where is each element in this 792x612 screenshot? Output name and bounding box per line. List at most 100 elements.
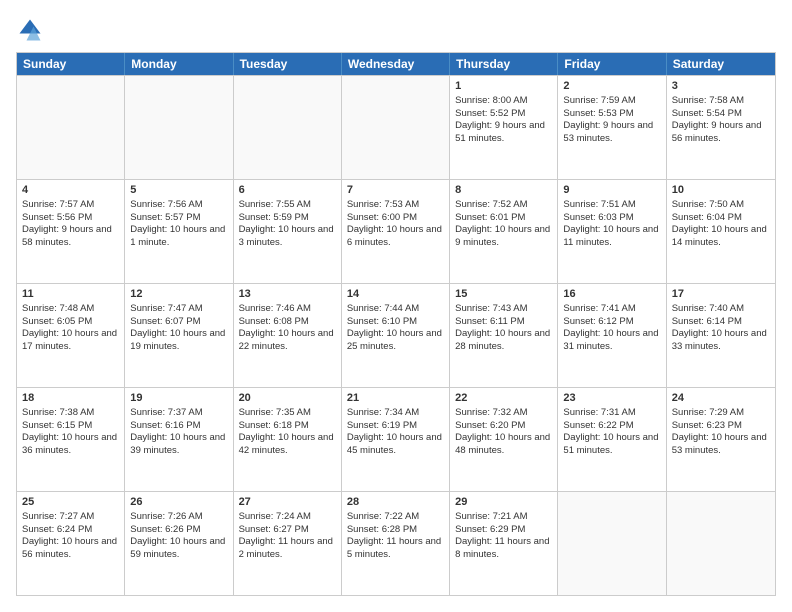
day-data-line: Sunset: 6:15 PM: [22, 420, 119, 433]
day-number: 6: [239, 183, 336, 198]
day-number: 18: [22, 391, 119, 406]
cal-header-sunday: Sunday: [17, 53, 125, 75]
day-number: 11: [22, 287, 119, 302]
day-number: 25: [22, 495, 119, 510]
day-data-line: Sunrise: 7:43 AM: [455, 303, 552, 316]
cal-cell-2-4: 15Sunrise: 7:43 AMSunset: 6:11 PMDayligh…: [450, 284, 558, 387]
day-data-line: Sunrise: 7:32 AM: [455, 407, 552, 420]
day-data-line: Sunset: 6:01 PM: [455, 212, 552, 225]
day-number: 7: [347, 183, 444, 198]
day-data-line: Sunrise: 7:31 AM: [563, 407, 660, 420]
day-data-line: Daylight: 10 hours and 45 minutes.: [347, 432, 444, 458]
day-data-line: Sunset: 6:04 PM: [672, 212, 770, 225]
day-data-line: Sunrise: 7:35 AM: [239, 407, 336, 420]
day-number: 16: [563, 287, 660, 302]
cal-cell-3-6: 24Sunrise: 7:29 AMSunset: 6:23 PMDayligh…: [667, 388, 775, 491]
cal-row-3: 18Sunrise: 7:38 AMSunset: 6:15 PMDayligh…: [17, 387, 775, 491]
day-data-line: Daylight: 11 hours and 2 minutes.: [239, 536, 336, 562]
day-data-line: Sunrise: 7:46 AM: [239, 303, 336, 316]
cal-row-2: 11Sunrise: 7:48 AMSunset: 6:05 PMDayligh…: [17, 283, 775, 387]
day-data-line: Daylight: 10 hours and 11 minutes.: [563, 224, 660, 250]
day-data-line: Sunset: 6:12 PM: [563, 316, 660, 329]
day-data-line: Sunrise: 7:52 AM: [455, 199, 552, 212]
cal-cell-1-3: 7Sunrise: 7:53 AMSunset: 6:00 PMDaylight…: [342, 180, 450, 283]
cal-row-1: 4Sunrise: 7:57 AMSunset: 5:56 PMDaylight…: [17, 179, 775, 283]
day-data-line: Sunset: 6:10 PM: [347, 316, 444, 329]
day-data-line: Sunset: 6:03 PM: [563, 212, 660, 225]
day-data-line: Sunrise: 7:29 AM: [672, 407, 770, 420]
day-data-line: Daylight: 10 hours and 31 minutes.: [563, 328, 660, 354]
day-data-line: Sunset: 6:16 PM: [130, 420, 227, 433]
day-data-line: Sunrise: 7:37 AM: [130, 407, 227, 420]
day-data-line: Daylight: 10 hours and 36 minutes.: [22, 432, 119, 458]
day-data-line: Sunrise: 7:56 AM: [130, 199, 227, 212]
day-data-line: Sunset: 5:56 PM: [22, 212, 119, 225]
cal-cell-2-1: 12Sunrise: 7:47 AMSunset: 6:07 PMDayligh…: [125, 284, 233, 387]
day-data-line: Sunset: 6:08 PM: [239, 316, 336, 329]
day-number: 24: [672, 391, 770, 406]
day-data-line: Sunrise: 7:26 AM: [130, 511, 227, 524]
day-number: 3: [672, 79, 770, 94]
day-data-line: Sunset: 6:28 PM: [347, 524, 444, 537]
day-data-line: Sunrise: 7:58 AM: [672, 95, 770, 108]
cal-cell-1-4: 8Sunrise: 7:52 AMSunset: 6:01 PMDaylight…: [450, 180, 558, 283]
day-data-line: Daylight: 10 hours and 48 minutes.: [455, 432, 552, 458]
day-number: 5: [130, 183, 227, 198]
day-data-line: Sunset: 6:26 PM: [130, 524, 227, 537]
day-number: 13: [239, 287, 336, 302]
day-data-line: Sunrise: 8:00 AM: [455, 95, 552, 108]
cal-cell-4-5: [558, 492, 666, 595]
day-data-line: Daylight: 9 hours and 58 minutes.: [22, 224, 119, 250]
logo: [16, 16, 48, 44]
cal-cell-4-0: 25Sunrise: 7:27 AMSunset: 6:24 PMDayligh…: [17, 492, 125, 595]
cal-cell-4-3: 28Sunrise: 7:22 AMSunset: 6:28 PMDayligh…: [342, 492, 450, 595]
day-data-line: Daylight: 10 hours and 25 minutes.: [347, 328, 444, 354]
calendar: SundayMondayTuesdayWednesdayThursdayFrid…: [16, 52, 776, 596]
day-number: 28: [347, 495, 444, 510]
cal-header-monday: Monday: [125, 53, 233, 75]
day-data-line: Sunrise: 7:51 AM: [563, 199, 660, 212]
cal-cell-1-5: 9Sunrise: 7:51 AMSunset: 6:03 PMDaylight…: [558, 180, 666, 283]
day-data-line: Sunrise: 7:22 AM: [347, 511, 444, 524]
day-data-line: Sunset: 6:05 PM: [22, 316, 119, 329]
cal-cell-2-0: 11Sunrise: 7:48 AMSunset: 6:05 PMDayligh…: [17, 284, 125, 387]
day-data-line: Daylight: 10 hours and 53 minutes.: [672, 432, 770, 458]
logo-icon: [16, 16, 44, 44]
day-number: 17: [672, 287, 770, 302]
day-data-line: Daylight: 10 hours and 9 minutes.: [455, 224, 552, 250]
day-data-line: Sunrise: 7:50 AM: [672, 199, 770, 212]
calendar-body: 1Sunrise: 8:00 AMSunset: 5:52 PMDaylight…: [17, 75, 775, 595]
day-data-line: Sunset: 6:00 PM: [347, 212, 444, 225]
day-data-line: Sunset: 6:20 PM: [455, 420, 552, 433]
cal-cell-4-2: 27Sunrise: 7:24 AMSunset: 6:27 PMDayligh…: [234, 492, 342, 595]
day-number: 26: [130, 495, 227, 510]
cal-cell-0-3: [342, 76, 450, 179]
day-data-line: Daylight: 10 hours and 6 minutes.: [347, 224, 444, 250]
day-data-line: Daylight: 10 hours and 14 minutes.: [672, 224, 770, 250]
day-data-line: Sunset: 5:57 PM: [130, 212, 227, 225]
day-data-line: Sunset: 6:22 PM: [563, 420, 660, 433]
day-data-line: Daylight: 10 hours and 28 minutes.: [455, 328, 552, 354]
cal-cell-2-5: 16Sunrise: 7:41 AMSunset: 6:12 PMDayligh…: [558, 284, 666, 387]
cal-header-tuesday: Tuesday: [234, 53, 342, 75]
day-data-line: Sunrise: 7:21 AM: [455, 511, 552, 524]
cal-cell-3-2: 20Sunrise: 7:35 AMSunset: 6:18 PMDayligh…: [234, 388, 342, 491]
cal-row-4: 25Sunrise: 7:27 AMSunset: 6:24 PMDayligh…: [17, 491, 775, 595]
cal-cell-3-5: 23Sunrise: 7:31 AMSunset: 6:22 PMDayligh…: [558, 388, 666, 491]
day-data-line: Daylight: 10 hours and 33 minutes.: [672, 328, 770, 354]
cal-cell-4-6: [667, 492, 775, 595]
day-data-line: Sunset: 5:59 PM: [239, 212, 336, 225]
day-data-line: Daylight: 10 hours and 3 minutes.: [239, 224, 336, 250]
day-number: 10: [672, 183, 770, 198]
cal-cell-0-4: 1Sunrise: 8:00 AMSunset: 5:52 PMDaylight…: [450, 76, 558, 179]
page: SundayMondayTuesdayWednesdayThursdayFrid…: [0, 0, 792, 612]
day-data-line: Sunrise: 7:53 AM: [347, 199, 444, 212]
day-data-line: Sunrise: 7:27 AM: [22, 511, 119, 524]
day-number: 9: [563, 183, 660, 198]
day-number: 21: [347, 391, 444, 406]
day-number: 27: [239, 495, 336, 510]
cal-cell-1-6: 10Sunrise: 7:50 AMSunset: 6:04 PMDayligh…: [667, 180, 775, 283]
day-number: 4: [22, 183, 119, 198]
day-data-line: Daylight: 10 hours and 22 minutes.: [239, 328, 336, 354]
day-number: 23: [563, 391, 660, 406]
